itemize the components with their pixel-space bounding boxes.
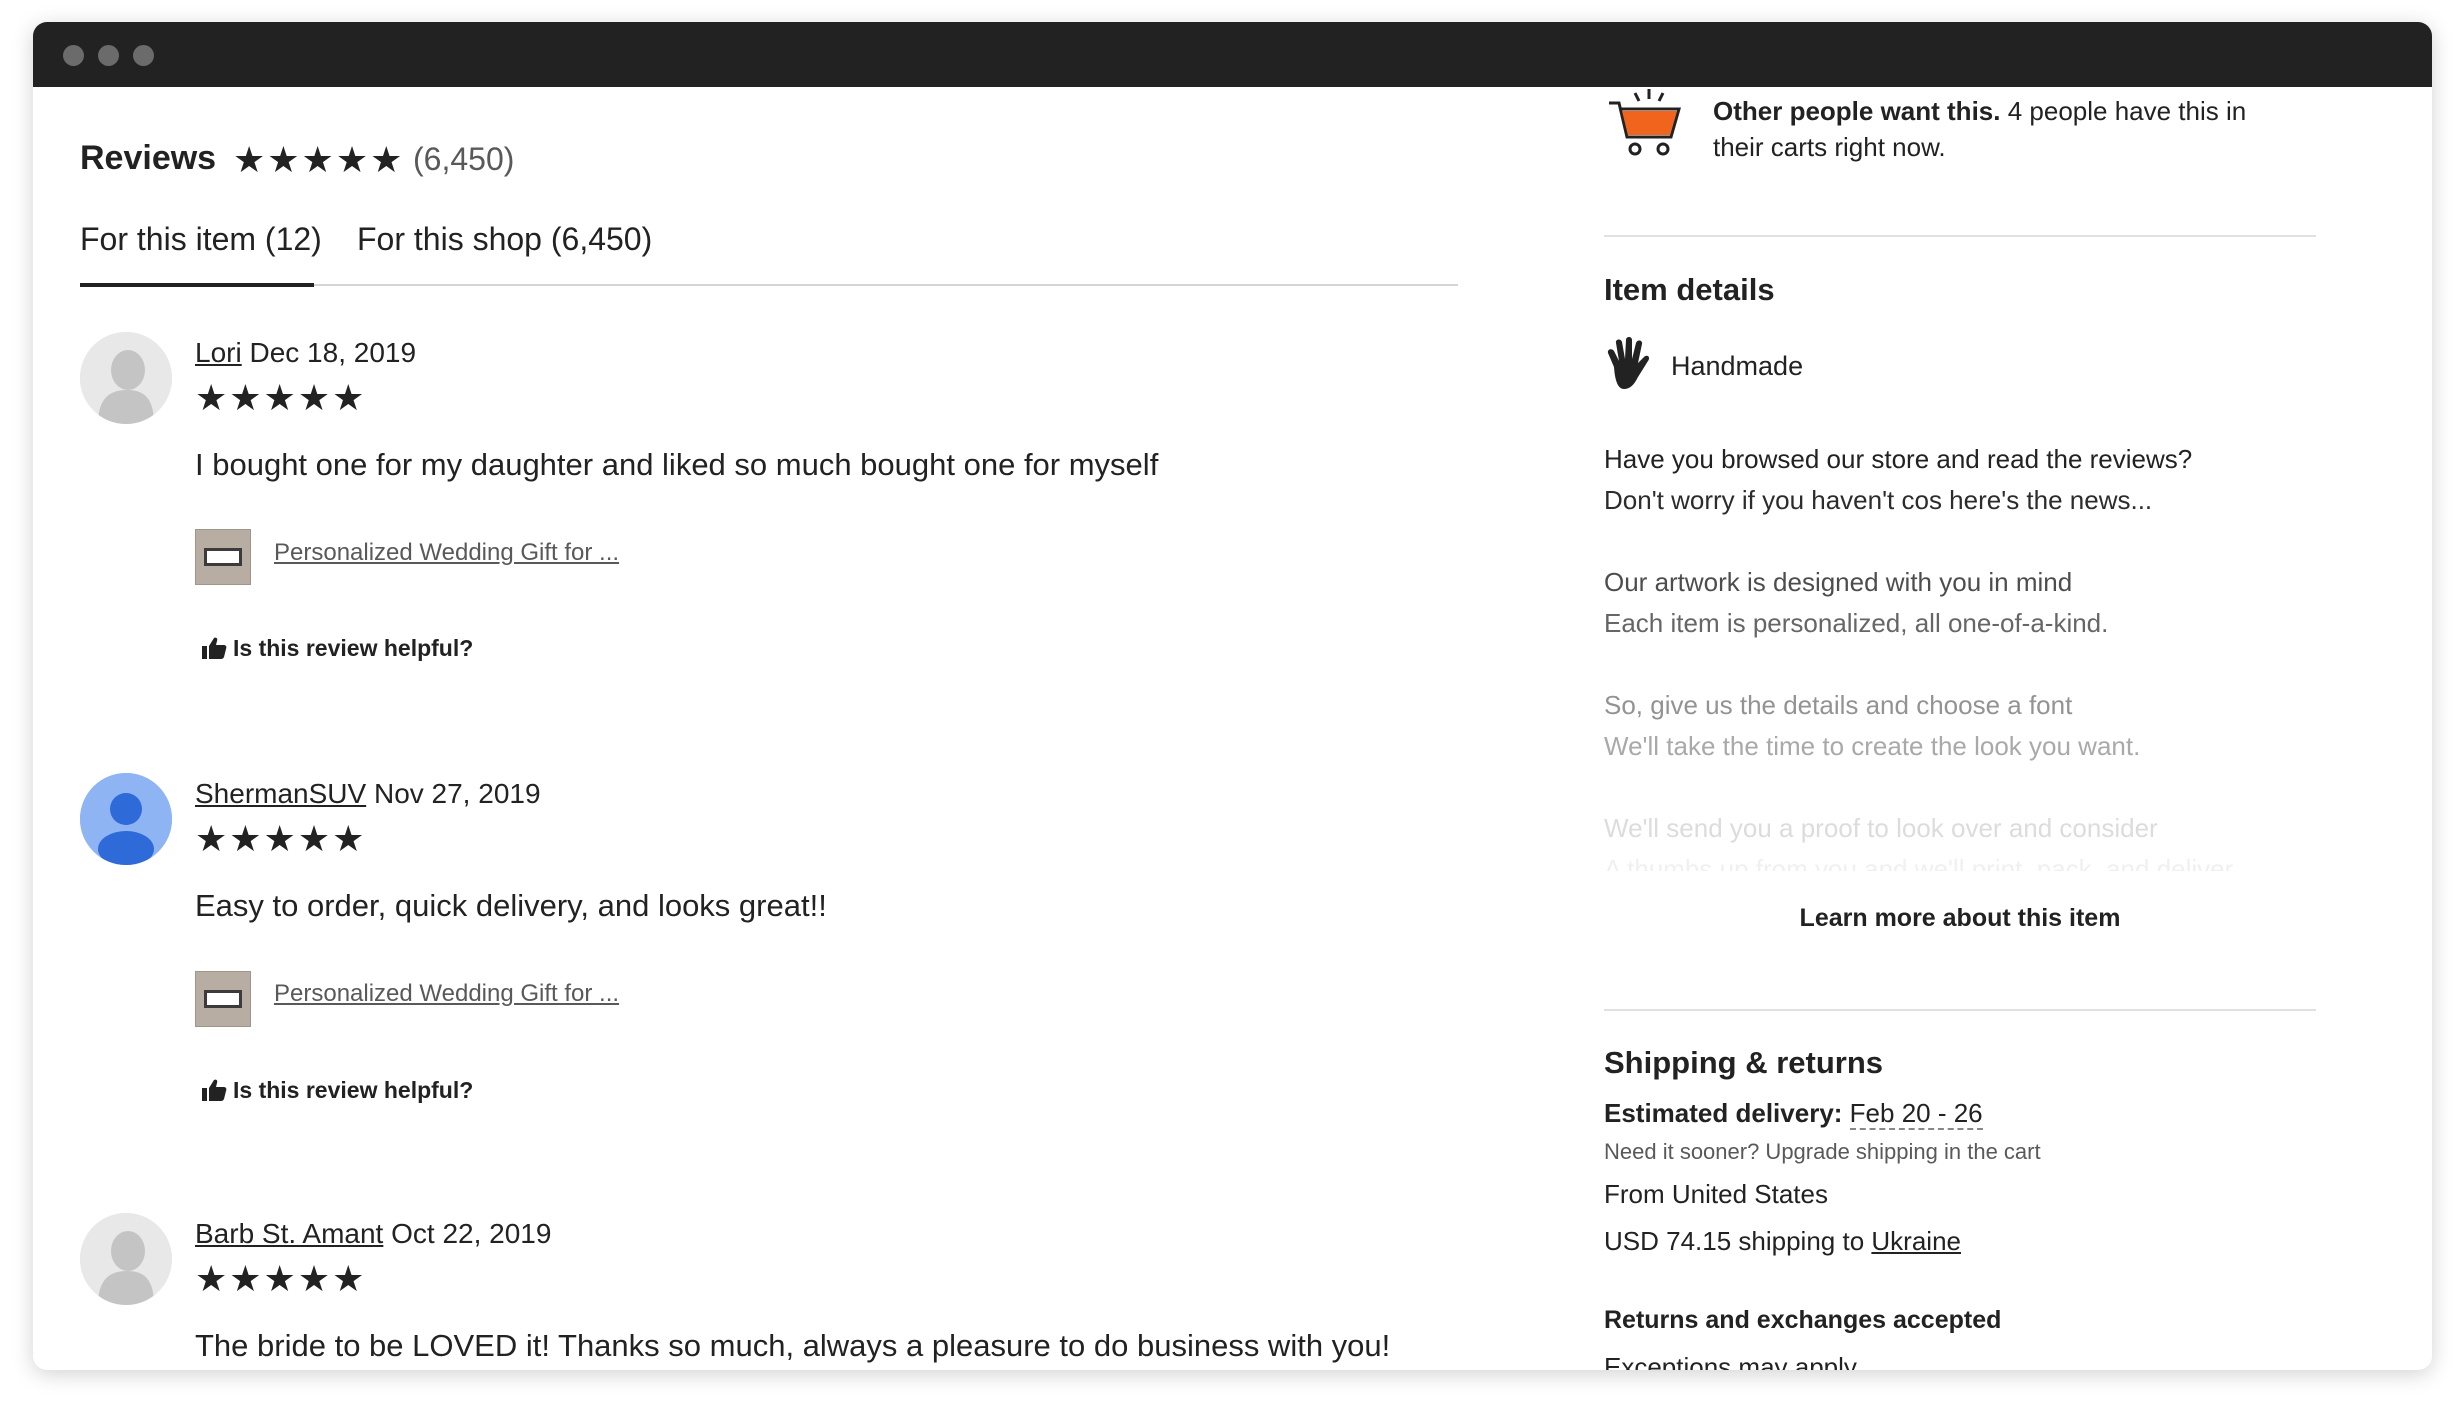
- page-content: Reviews ★★★★★ (6,450) For this item (12)…: [33, 87, 2432, 1370]
- reviewer-avatar[interactable]: [80, 1213, 172, 1305]
- reviewer-name-link[interactable]: ShermanSUV: [195, 778, 366, 809]
- ships-from: From United States: [1604, 1179, 1828, 1209]
- description-line: Don't worry if you haven't cos here's th…: [1604, 485, 2153, 515]
- review-date: Dec 18, 2019: [249, 337, 417, 368]
- description-line: We'll send you a proof to look over and …: [1604, 813, 2158, 843]
- cart-notice-text: Other people want this. 4 people have th…: [1713, 93, 2246, 165]
- default-avatar-icon: [80, 332, 172, 424]
- tab-for-this-item[interactable]: For this item (12): [80, 221, 322, 258]
- estimated-delivery-dates[interactable]: Feb 20 - 26: [1849, 1098, 1983, 1130]
- reviews-title: Reviews: [80, 139, 217, 177]
- minimize-window-button[interactable]: [98, 45, 119, 66]
- shipping-destination-link[interactable]: Ukraine: [1871, 1226, 1961, 1256]
- overall-rating-stars: ★★★★★: [233, 139, 405, 180]
- description-line: Each item is personalized, all one-of-a-…: [1604, 608, 2109, 638]
- reviewer-name-link[interactable]: Barb St. Amant: [195, 1218, 383, 1249]
- cart-notice-count: 4 people have this in: [2007, 96, 2247, 126]
- divider: [1604, 1009, 2316, 1011]
- cart-notice-bold: Other people want this.: [1713, 96, 2001, 126]
- thumbs-up-icon: [202, 637, 227, 659]
- learn-more-button[interactable]: Learn more about this item: [1604, 904, 2316, 933]
- description-line: A thumbs up from you and we'll print, pa…: [1604, 854, 2234, 871]
- reviewer-avatar[interactable]: [80, 773, 172, 865]
- review-helpful-label: Is this review helpful?: [233, 635, 474, 661]
- divider: [1604, 235, 2316, 237]
- browser-window: Reviews ★★★★★ (6,450) For this item (12)…: [33, 22, 2432, 1370]
- purchased-item-link[interactable]: Personalized Wedding Gift for ...: [274, 539, 619, 567]
- user-avatar-icon: [80, 773, 172, 865]
- handmade-label: Handmade: [1671, 351, 1804, 381]
- close-window-button[interactable]: [63, 45, 84, 66]
- review-text: The bride to be LOVED it! Thanks so much…: [195, 1328, 1391, 1363]
- review-text: Easy to order, quick delivery, and looks…: [195, 888, 827, 923]
- review-stars: ★★★★★: [195, 818, 367, 859]
- shipping-cost-text: USD 74.15 shipping to: [1604, 1226, 1865, 1256]
- review-stars: ★★★★★: [195, 377, 367, 418]
- review-date: Nov 27, 2019: [373, 778, 541, 809]
- maximize-window-button[interactable]: [133, 45, 154, 66]
- review-text: I bought one for my daughter and liked s…: [195, 447, 1159, 482]
- returns-exceptions: Exceptions may apply.: [1604, 1352, 1863, 1370]
- review-count: (6,450): [413, 141, 515, 177]
- review-helpful-button[interactable]: Is this review helpful?: [201, 1077, 473, 1104]
- default-avatar-icon: [80, 1213, 172, 1305]
- review-stars: ★★★★★: [195, 1258, 367, 1299]
- thumbs-up-icon: [202, 1079, 227, 1101]
- purchased-item-link[interactable]: Personalized Wedding Gift for ...: [274, 980, 619, 1008]
- reviewer-name-link[interactable]: Lori: [195, 337, 242, 368]
- cart-icon: [1605, 87, 1685, 164]
- cart-notice-line2: their carts right now.: [1713, 132, 1946, 162]
- window-titlebar: [33, 22, 2432, 87]
- description-line: We'll take the time to create the look y…: [1604, 731, 2141, 761]
- tab-for-this-shop[interactable]: For this shop (6,450): [357, 221, 652, 258]
- upgrade-shipping-note: Need it sooner? Upgrade shipping in the …: [1604, 1139, 2041, 1164]
- description-line: Have you browsed our store and read the …: [1604, 444, 2193, 474]
- review-date: Oct 22, 2019: [391, 1218, 552, 1249]
- review-meta: Lori Dec 18, 2019: [195, 337, 416, 369]
- estimated-delivery: Estimated delivery: Feb 20 - 26: [1604, 1098, 1983, 1130]
- shipping-cost: USD 74.15 shipping to Ukraine: [1604, 1226, 1961, 1257]
- review-helpful-button[interactable]: Is this review helpful?: [201, 635, 473, 662]
- hand-icon: [1606, 337, 1654, 398]
- review-helpful-label: Is this review helpful?: [233, 1077, 474, 1103]
- item-details-title: Item details: [1604, 272, 1775, 307]
- review-meta: ShermanSUV Nov 27, 2019: [195, 778, 541, 810]
- estimated-delivery-label: Estimated delivery:: [1604, 1098, 1843, 1128]
- reviewer-avatar[interactable]: [80, 332, 172, 424]
- purchased-item-thumbnail[interactable]: [195, 971, 251, 1027]
- review-meta: Barb St. Amant Oct 22, 2019: [195, 1218, 551, 1250]
- description-line: So, give us the details and choose a fon…: [1604, 690, 2073, 720]
- description-line: Our artwork is designed with you in mind: [1604, 567, 2073, 597]
- shipping-returns-title: Shipping & returns: [1604, 1045, 1883, 1080]
- active-tab-indicator: [80, 283, 314, 287]
- purchased-item-thumbnail[interactable]: [195, 529, 251, 585]
- item-description: Have you browsed our store and read the …: [1604, 439, 2316, 871]
- returns-title: Returns and exchanges accepted: [1604, 1306, 2002, 1334]
